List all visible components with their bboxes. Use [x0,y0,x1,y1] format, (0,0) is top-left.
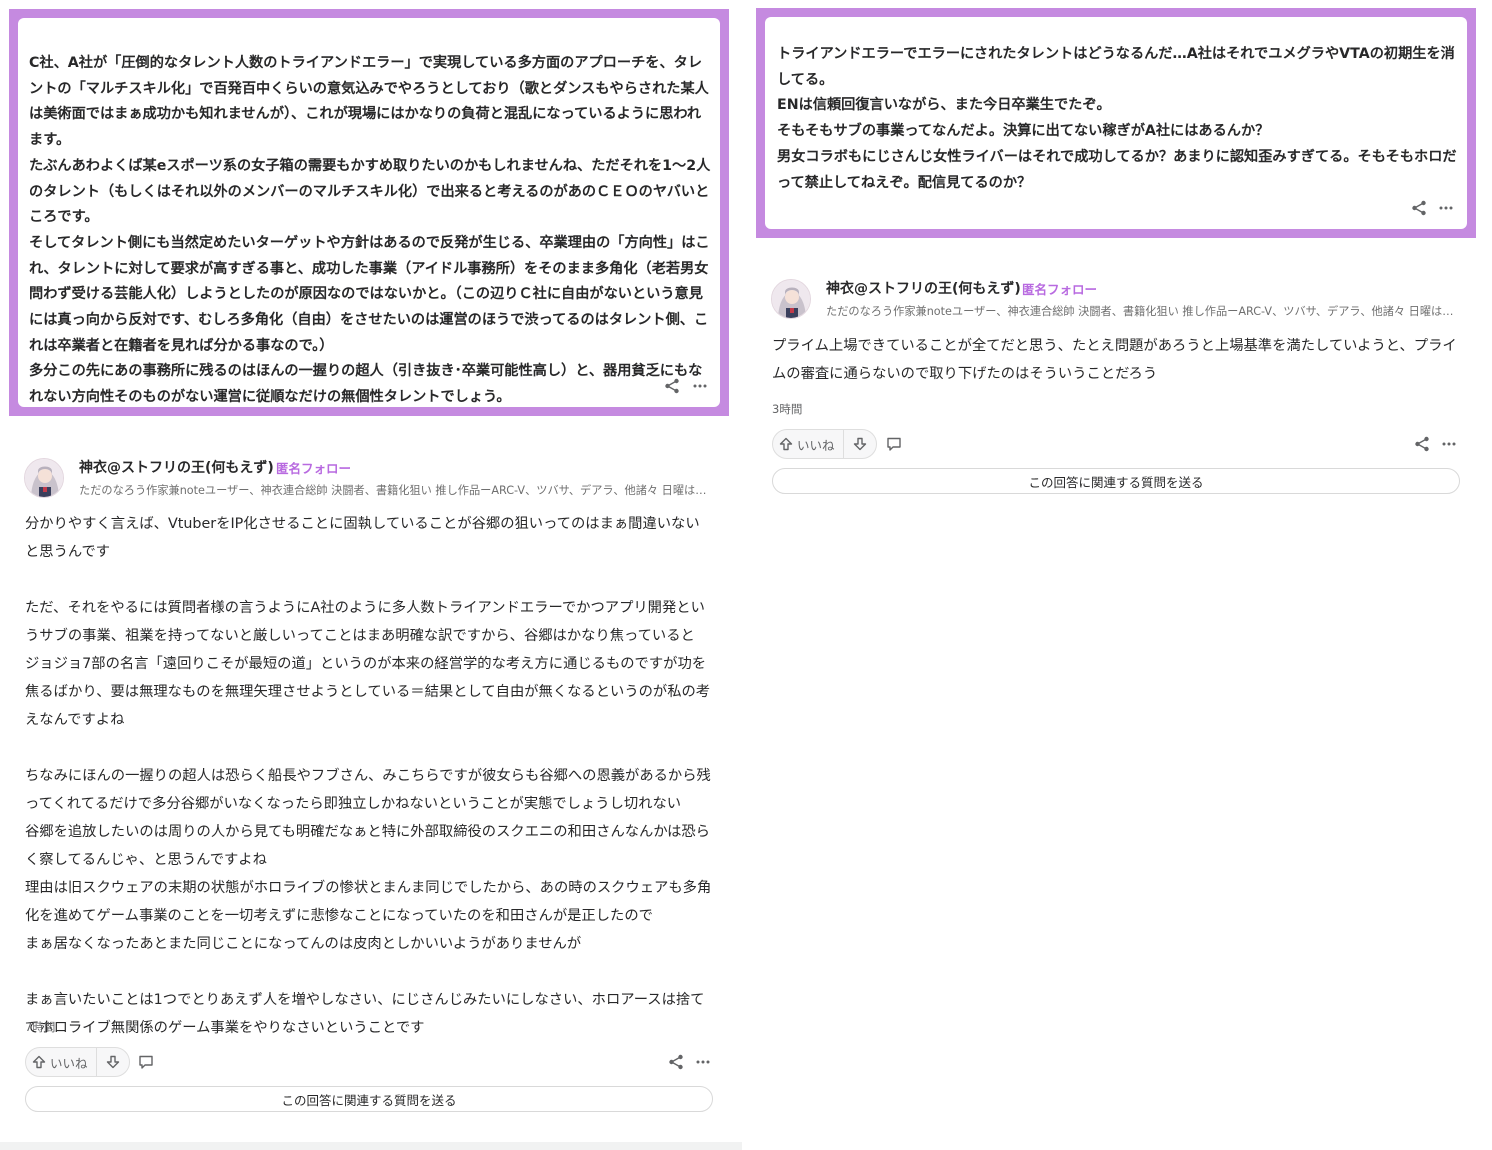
share-icon[interactable] [1408,197,1430,219]
upvote-label: いいね [50,1055,88,1071]
answer-card-left: 神衣@ストフリの王(何もえず) 匿名フォロー ただのなろう作家兼noteユーザー… [9,430,729,1136]
left-column: C社、A社が「圧倒的なタレント人数のトライアンドエラー」で実現している多方面のア… [0,0,742,1142]
downvote-arrow-icon [106,1055,119,1069]
share-icon[interactable] [665,1051,687,1073]
anonymous-follow-link[interactable]: 匿名フォロー [276,458,351,477]
author-name[interactable]: 神衣@ストフリの王(何もえず) [826,278,1021,298]
author-credential: ただのなろう作家兼noteユーザー、神衣連合総帥 決闘者、書籍化狙い 推し作品ー… [79,484,711,497]
author-name[interactable]: 神衣@ストフリの王(何もえず) [79,457,274,477]
quote-inner-right: トライアンドエラーでエラーにされたタレントはどうなるんだ…A社はそれでユメグラや… [765,17,1467,229]
quote-box-right: トライアンドエラーでエラーにされたタレントはどうなるんだ…A社はそれでユメグラや… [756,8,1476,238]
upvote-arrow-icon [32,1055,46,1069]
send-related-question-button[interactable]: この回答に関連する質問を送る [772,468,1460,494]
more-options-icon[interactable] [689,375,711,397]
downvote-arrow-icon [853,437,866,451]
comment-icon[interactable] [134,1050,158,1074]
vote-group: いいね [25,1047,130,1077]
quote-text-left: C社、A社が「圧倒的なタレント人数のトライアンドエラー」で実現している多方面のア… [29,55,711,406]
avatar[interactable] [771,279,811,319]
author-credential: ただのなろう作家兼noteユーザー、神衣連合総帥 決闘者、書籍化狙い 推し作品ー… [826,305,1458,318]
upvote-label: いいね [797,437,835,453]
answer-timestamp[interactable]: 3時間 [772,401,802,417]
upvote-arrow-icon [779,437,793,451]
upvote-button[interactable]: いいね [26,1048,97,1076]
avatar-image-icon [772,280,810,318]
more-options-icon[interactable] [692,1051,714,1073]
share-icon[interactable] [1411,433,1433,455]
upvote-button[interactable]: いいね [773,430,844,458]
send-related-question-button[interactable]: この回答に関連する質問を送る [25,1086,713,1112]
answer-body-right: プライム上場できていることが全てだと思う、たとえ問題があろうと上場基準を満たして… [772,338,1457,382]
answer-timestamp[interactable]: 7時間 [25,1019,55,1035]
right-column: トライアンドエラーでエラーにされたタレントはどうなるんだ…A社はそれでユメグラや… [742,0,1492,540]
empty-area [742,540,1492,1150]
share-icon[interactable] [661,375,683,397]
quote-inner-left: C社、A社が「圧倒的なタレント人数のトライアンドエラー」で実現している多方面のア… [18,18,720,407]
quote-box-left: C社、A社が「圧倒的なタレント人数のトライアンドエラー」で実現している多方面のア… [9,9,729,416]
more-options-icon[interactable] [1438,433,1460,455]
comment-icon[interactable] [882,432,906,456]
answer-card-right: 神衣@ストフリの王(何もえず) 匿名フォロー ただのなろう作家兼noteユーザー… [756,252,1476,518]
vote-group: いいね [772,429,877,459]
downvote-button[interactable] [97,1048,129,1076]
more-options-icon[interactable] [1435,197,1457,219]
answer-body-left: 分かりやすく言えば、VtuberをIP化させることに固執していることが谷郷の狙い… [25,516,712,1036]
anonymous-follow-link[interactable]: 匿名フォロー [1022,279,1097,298]
quote-text-right: トライアンドエラーでエラーにされたタレントはどうなるんだ…A社はそれでユメグラや… [777,46,1457,191]
downvote-button[interactable] [844,430,876,458]
avatar[interactable] [24,458,64,498]
avatar-image-icon [25,459,63,497]
